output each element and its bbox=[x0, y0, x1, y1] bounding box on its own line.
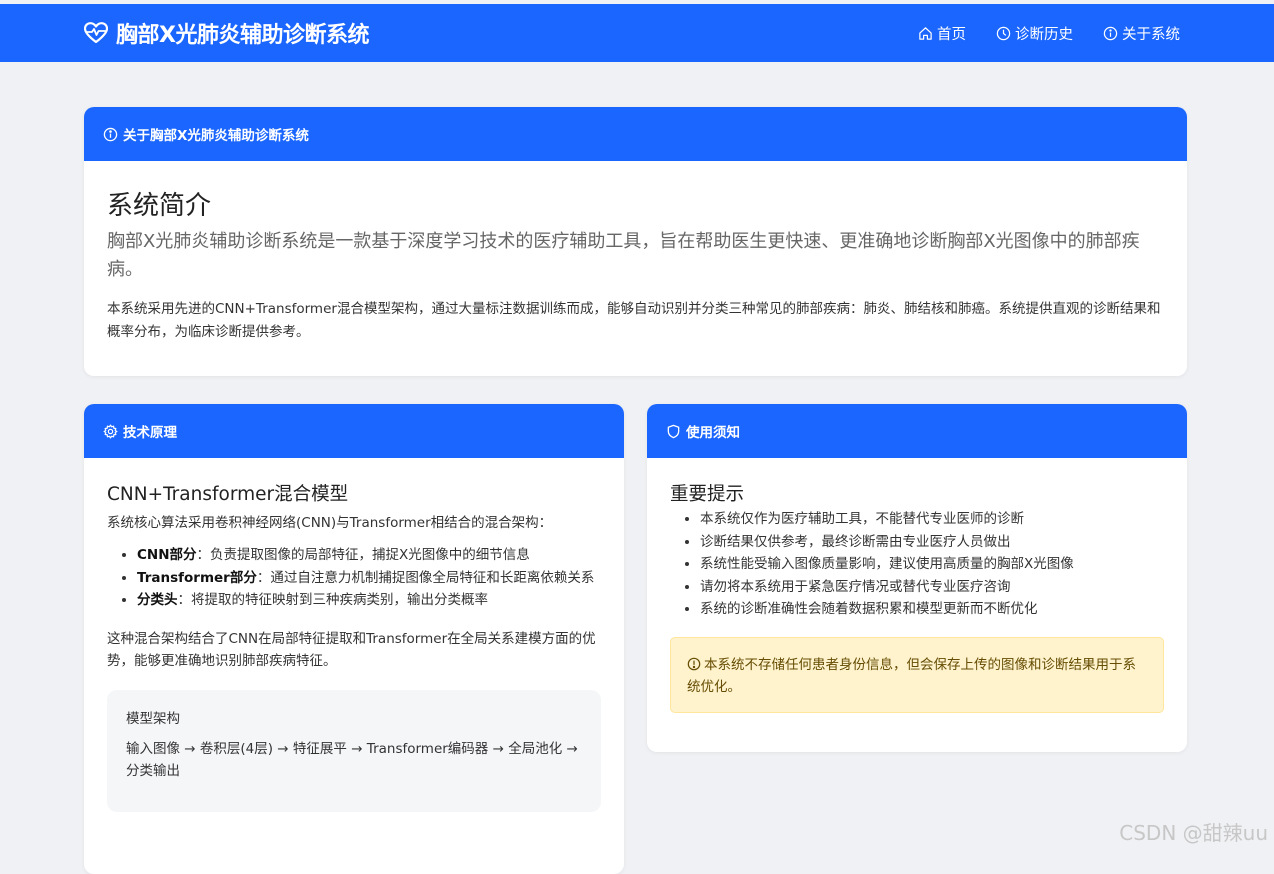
list-item-desc: ：负责提取图像的局部特征，捕捉X光图像中的细节信息 bbox=[196, 547, 530, 563]
list-item: Transformer部分：通过自注意力机制捕捉图像全局特征和长距离依赖关系 bbox=[137, 567, 601, 590]
list-item-desc: ：通过自注意力机制捕捉图像全局特征和长距离依赖关系 bbox=[256, 569, 595, 586]
intro-paragraph: 本系统采用先进的CNN+Transformer混合模型架构，通过大量标注数据训练… bbox=[107, 301, 1161, 340]
home-icon bbox=[919, 26, 932, 40]
list-item-term: 分类头 bbox=[137, 592, 178, 608]
model-heading: CNN+Transformer混合模型 bbox=[107, 484, 349, 505]
about-card: 关于胸部X光肺炎辅助诊断系统 系统简介 胸部X光肺炎辅助诊断系统是一款基于深度学… bbox=[84, 107, 1187, 376]
tech-card-title: 技术原理 bbox=[123, 425, 177, 441]
nav-home[interactable]: 首页 bbox=[918, 23, 966, 44]
privacy-alert-text: 本系统不存储任何患者身份信息，但会保存上传的图像和诊断结果用于系统优化。 bbox=[687, 656, 1136, 695]
nav-about[interactable]: 关于系统 bbox=[1103, 23, 1180, 44]
gear-icon bbox=[103, 424, 118, 438]
notice-card-header: 使用须知 bbox=[647, 404, 1187, 458]
info-icon bbox=[1103, 26, 1118, 40]
nav-history[interactable]: 诊断历史 bbox=[996, 23, 1073, 44]
notice-card: 使用须知 重要提示 本系统仅作为医疗辅助工具，不能替代专业医师的诊断 诊断结果仅… bbox=[647, 404, 1187, 752]
architecture-flow: 输入图像 → 卷积层(4层) → 特征展平 → Transformer编码器 →… bbox=[126, 740, 578, 780]
main-nav: 首页 诊断历史 关于系统 bbox=[888, 4, 1180, 62]
brand-title: 胸部X光肺炎辅助诊断系统 bbox=[116, 23, 369, 48]
about-card-title: 关于胸部X光肺炎辅助诊断系统 bbox=[123, 128, 309, 144]
watermark: CSDN @甜辣uu bbox=[1119, 821, 1268, 845]
nav-about-label: 关于系统 bbox=[1122, 26, 1180, 43]
list-item: CNN部分：负责提取图像的局部特征，捕捉X光图像中的细节信息 bbox=[137, 544, 601, 567]
about-card-header: 关于胸部X光肺炎辅助诊断系统 bbox=[84, 107, 1187, 161]
list-item-desc: ：将提取的特征映射到三种疾病类别，输出分类概率 bbox=[177, 592, 489, 608]
list-item-term: CNN部分 bbox=[137, 547, 197, 563]
shield-icon bbox=[667, 424, 680, 438]
brand[interactable]: 胸部X光肺炎辅助诊断系统 bbox=[84, 4, 369, 62]
list-item: 请勿将本系统用于紧急医疗情况或替代专业医疗咨询 bbox=[700, 576, 1164, 599]
model-intro: 系统核心算法采用卷积神经网络(CNN)与Transformer相结合的混合架构： bbox=[107, 515, 553, 531]
architecture-title: 模型架构 bbox=[126, 710, 180, 727]
list-item: 诊断结果仅供参考，最终诊断需由专业医疗人员做出 bbox=[700, 531, 1164, 554]
list-item: 系统性能受输入图像质量影响，建议使用高质量的胸部X光图像 bbox=[700, 553, 1164, 576]
info-icon bbox=[103, 127, 118, 141]
alert-circle-icon bbox=[687, 657, 701, 670]
notice-card-title: 使用须知 bbox=[686, 425, 740, 441]
clock-icon bbox=[996, 26, 1011, 40]
privacy-alert: 本系统不存储任何患者身份信息，但会保存上传的图像和诊断结果用于系统优化。 bbox=[670, 636, 1164, 713]
intro-lead: 胸部X光肺炎辅助诊断系统是一款基于深度学习技术的医疗辅助工具，旨在帮助医生更快速… bbox=[107, 231, 1140, 280]
tech-card: 技术原理 CNN+Transformer混合模型 系统核心算法采用卷积神经网络(… bbox=[84, 404, 624, 874]
architecture-box: 模型架构 输入图像 → 卷积层(4层) → 特征展平 → Transformer… bbox=[107, 689, 601, 812]
list-item-term: Transformer部分 bbox=[137, 569, 257, 586]
list-item: 本系统仅作为医疗辅助工具，不能替代专业医师的诊断 bbox=[700, 508, 1164, 531]
top-navbar: 胸部X光肺炎辅助诊断系统 首页 诊断历史 关于系统 bbox=[0, 4, 1274, 62]
list-item: 系统的诊断准确性会随着数据积累和模型更新而不断优化 bbox=[700, 598, 1164, 621]
notice-list: 本系统仅作为医疗辅助工具，不能替代专业医师的诊断 诊断结果仅供参考，最终诊断需由… bbox=[670, 508, 1164, 621]
model-parts-list: CNN部分：负责提取图像的局部特征，捕捉X光图像中的细节信息 Transform… bbox=[107, 544, 601, 612]
nav-history-label: 诊断历史 bbox=[1015, 26, 1073, 43]
nav-home-label: 首页 bbox=[937, 26, 966, 43]
model-summary: 这种混合架构结合了CNN在局部特征提取和Transformer在全局关系建模方面… bbox=[107, 630, 596, 669]
intro-heading: 系统简介 bbox=[107, 191, 212, 221]
notice-heading: 重要提示 bbox=[670, 484, 745, 505]
list-item: 分类头：将提取的特征映射到三种疾病类别，输出分类概率 bbox=[137, 589, 601, 612]
heart-pulse-icon bbox=[84, 22, 108, 44]
tech-card-header: 技术原理 bbox=[84, 404, 624, 458]
